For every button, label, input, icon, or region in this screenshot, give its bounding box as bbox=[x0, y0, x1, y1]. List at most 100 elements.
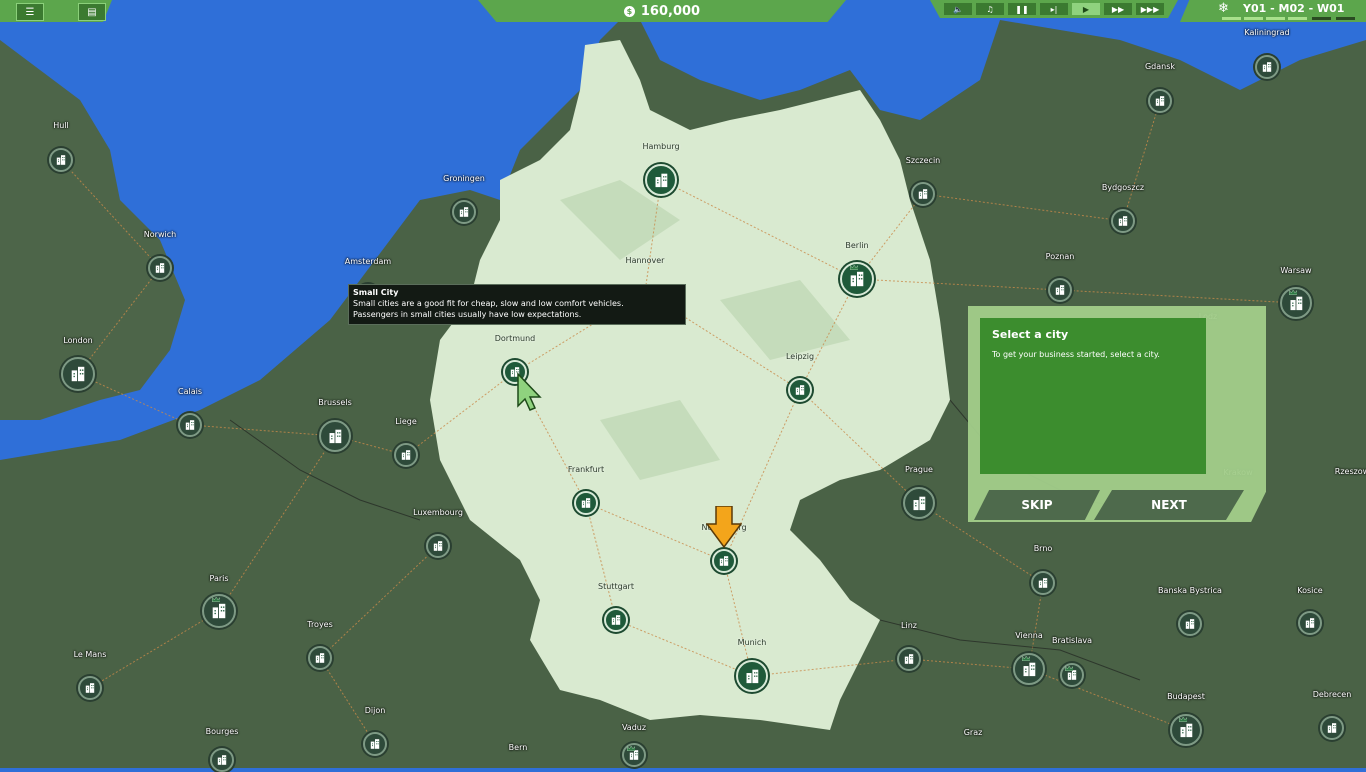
city-label: Brno bbox=[1033, 544, 1053, 553]
city-marker[interactable] bbox=[308, 646, 332, 670]
city-marker[interactable] bbox=[604, 608, 628, 632]
city-marker[interactable] bbox=[897, 647, 921, 671]
building-icon bbox=[1150, 91, 1170, 111]
city-label: Liege bbox=[395, 417, 417, 426]
city-label: Brussels bbox=[318, 398, 352, 407]
city-label: Stuttgart bbox=[598, 582, 634, 591]
building-icon bbox=[1322, 718, 1342, 738]
step-button[interactable]: ▸| bbox=[1040, 3, 1068, 15]
city-label: Frankfurt bbox=[567, 465, 605, 474]
week-progress-segment bbox=[1312, 17, 1331, 20]
city-marker[interactable] bbox=[148, 256, 172, 280]
week-progress-segment bbox=[1336, 17, 1355, 20]
city-marker[interactable] bbox=[1255, 55, 1279, 79]
city-label: Dortmund bbox=[494, 334, 536, 343]
city-label: Bourges bbox=[205, 727, 239, 736]
city-marker[interactable] bbox=[1060, 663, 1084, 687]
building-icon bbox=[738, 662, 766, 690]
city-marker[interactable] bbox=[363, 732, 387, 756]
city-label: Calais bbox=[177, 387, 203, 396]
week-progress-segment bbox=[1288, 17, 1307, 20]
city-marker[interactable] bbox=[1111, 209, 1135, 233]
volume-button[interactable]: 🔈 bbox=[944, 3, 972, 15]
city-marker[interactable] bbox=[1048, 278, 1072, 302]
city-label: Luxembourg bbox=[413, 508, 463, 517]
city-marker[interactable] bbox=[452, 200, 476, 224]
capital-crown-icon bbox=[1064, 656, 1079, 672]
city-marker[interactable] bbox=[911, 182, 935, 206]
menu-button[interactable]: ☰ bbox=[16, 3, 44, 21]
city-marker[interactable] bbox=[61, 357, 95, 391]
city-marker[interactable] bbox=[1013, 653, 1045, 685]
city-label: Berlin bbox=[845, 241, 869, 250]
city-marker[interactable] bbox=[788, 378, 812, 402]
building-icon bbox=[310, 648, 330, 668]
building-icon bbox=[1180, 614, 1200, 634]
depot-icon: ▤ bbox=[87, 6, 97, 18]
city-marker[interactable] bbox=[1170, 714, 1202, 746]
pause-icon: ❚❚ bbox=[1015, 4, 1029, 14]
city-marker[interactable] bbox=[319, 420, 351, 452]
music-button[interactable]: ♫ bbox=[976, 3, 1004, 15]
city-marker[interactable] bbox=[202, 594, 236, 628]
city-marker[interactable] bbox=[1178, 612, 1202, 636]
city-marker[interactable] bbox=[426, 534, 450, 558]
city-label: Banska Bystrica bbox=[1158, 586, 1222, 595]
city-label: Hamburg bbox=[642, 142, 680, 151]
city-label: Dijon bbox=[364, 706, 386, 715]
next-button[interactable]: NEXT bbox=[1094, 490, 1244, 520]
building-icon bbox=[606, 610, 626, 630]
city-label: Debrecen bbox=[1312, 690, 1352, 699]
city-marker[interactable] bbox=[49, 148, 73, 172]
play-icon: ▶ bbox=[1082, 4, 1090, 14]
building-icon bbox=[576, 493, 596, 513]
capital-crown-icon bbox=[211, 587, 226, 603]
building-icon bbox=[647, 166, 675, 194]
building-icon bbox=[1300, 613, 1320, 633]
city-label: Munich bbox=[737, 638, 767, 647]
city-marker[interactable] bbox=[622, 743, 646, 767]
city-marker[interactable] bbox=[1298, 611, 1322, 635]
city-marker[interactable] bbox=[574, 491, 598, 515]
building-icon bbox=[1113, 211, 1133, 231]
building-icon bbox=[905, 489, 933, 517]
city-marker[interactable] bbox=[1148, 89, 1172, 113]
fast-forward-icon: ▶▶ bbox=[1111, 4, 1125, 14]
city-label: Troyes bbox=[307, 620, 333, 629]
city-marker[interactable] bbox=[712, 549, 736, 573]
city-marker[interactable] bbox=[840, 262, 874, 296]
city-marker[interactable] bbox=[903, 487, 935, 519]
city-label: Groningen bbox=[443, 174, 485, 183]
city-marker[interactable] bbox=[1320, 716, 1344, 740]
money-value: 160,000 bbox=[640, 3, 701, 19]
city-marker[interactable] bbox=[78, 676, 102, 700]
city-marker[interactable] bbox=[178, 413, 202, 437]
week-progress-segment bbox=[1266, 17, 1285, 20]
city-label: Hannover bbox=[625, 256, 665, 265]
music-icon: ♫ bbox=[986, 4, 994, 14]
city-marker[interactable] bbox=[1280, 287, 1312, 319]
city-label: Graz bbox=[963, 728, 983, 737]
city-label: Amsterdam bbox=[344, 257, 392, 266]
fastest-button[interactable]: ▶▶▶ bbox=[1136, 3, 1164, 15]
step-icon: ▸| bbox=[1050, 4, 1058, 14]
city-label: Le Mans bbox=[73, 650, 107, 659]
city-label: Paris bbox=[209, 574, 229, 583]
city-label: Leipzig bbox=[785, 352, 815, 361]
city-label: Warsaw bbox=[1280, 266, 1312, 275]
pause-button[interactable]: ❚❚ bbox=[1008, 3, 1036, 15]
speed-controls: 🔈 ♫ ❚❚ ▸| ▶ ▶▶ ▶▶▶ bbox=[930, 0, 1178, 18]
fast-forward-button[interactable]: ▶▶ bbox=[1104, 3, 1132, 15]
city-marker[interactable] bbox=[645, 164, 677, 196]
city-marker[interactable] bbox=[394, 443, 418, 467]
city-marker[interactable] bbox=[736, 660, 768, 692]
building-icon bbox=[63, 359, 93, 389]
skip-button[interactable]: SKIP bbox=[974, 490, 1100, 520]
tooltip-line: Small cities are a good fit for cheap, s… bbox=[353, 299, 624, 308]
play-button[interactable]: ▶ bbox=[1072, 3, 1100, 15]
city-label: Gdansk bbox=[1144, 62, 1176, 71]
city-label: Kosice bbox=[1297, 586, 1323, 595]
depot-button[interactable]: ▤ bbox=[78, 3, 106, 21]
city-marker[interactable] bbox=[210, 748, 234, 772]
city-marker[interactable] bbox=[1031, 571, 1055, 595]
